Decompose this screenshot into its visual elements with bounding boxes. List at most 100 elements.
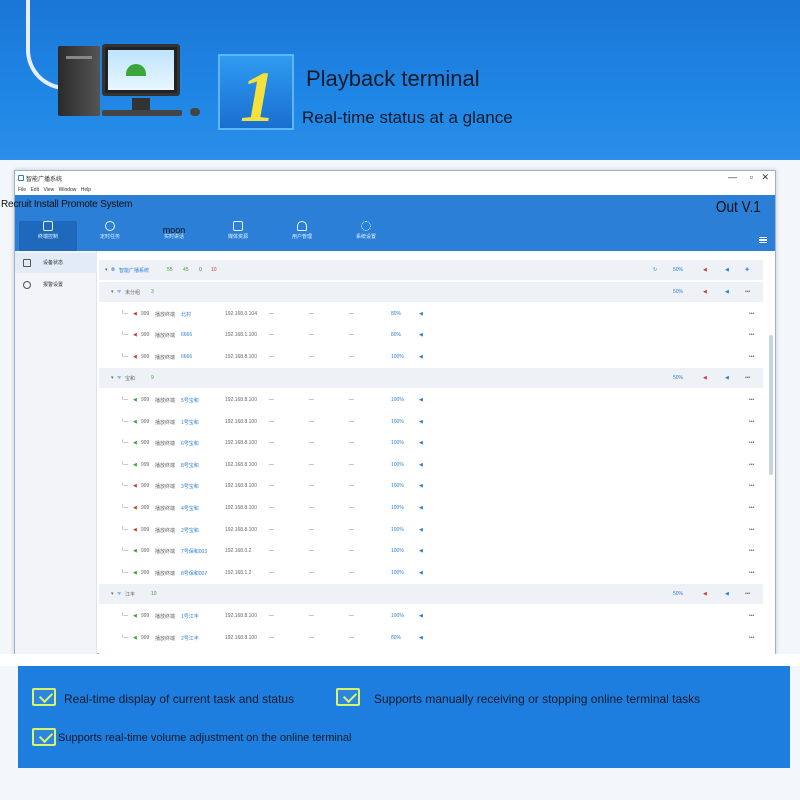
- speaker-icon[interactable]: ◀: [725, 591, 729, 597]
- more-button[interactable]: •••: [749, 397, 754, 403]
- speaker-icon[interactable]: ◀: [725, 267, 729, 273]
- add-user-icon[interactable]: ✚: [745, 267, 749, 273]
- more-button[interactable]: •••: [749, 483, 754, 489]
- more-button[interactable]: •••: [745, 375, 750, 381]
- more-button[interactable]: •••: [749, 354, 754, 360]
- tab-live-speech[interactable]: moon 实时讲话: [145, 221, 203, 240]
- speaker-icon[interactable]: ◀: [725, 375, 729, 381]
- terminal-row[interactable]: └─ ◀ 999 播放终端 5号宝和 192.168.8.100 — — — 100% ◀ •••: [99, 390, 763, 410]
- terminal-volume[interactable]: 80%: [391, 311, 401, 317]
- group-row[interactable]: ▾ ᯤ 未分组 3 50% ◀ ◀ •••: [99, 282, 763, 302]
- speaker-icon[interactable]: ◀: [419, 635, 423, 641]
- maximize-button[interactable]: ▫: [750, 172, 753, 182]
- group-volume[interactable]: 50%: [673, 267, 683, 273]
- more-button[interactable]: •••: [749, 440, 754, 446]
- speaker-icon[interactable]: ◀: [419, 505, 423, 511]
- root-group-row[interactable]: ▾ ⦾ 智能广播系统 55 45 0 10 ↻ 50% ◀ ◀ ✚: [99, 260, 763, 280]
- refresh-icon[interactable]: ↻: [653, 267, 657, 273]
- speaker-icon[interactable]: ◀: [419, 462, 423, 468]
- chevron-down-icon[interactable]: ▾: [111, 591, 114, 597]
- speaker-icon[interactable]: ◀: [419, 397, 423, 403]
- more-button[interactable]: •••: [749, 419, 754, 425]
- group-volume[interactable]: 50%: [673, 591, 683, 597]
- terminal-volume[interactable]: 100%: [391, 354, 404, 360]
- mute-icon[interactable]: ◀: [703, 289, 707, 295]
- tab-system-settings[interactable]: 系统设置: [337, 221, 395, 240]
- more-button[interactable]: •••: [749, 613, 754, 619]
- terminal-volume[interactable]: 100%: [391, 419, 404, 425]
- tab-media-resources[interactable]: 媒体资源: [209, 221, 267, 240]
- group-row[interactable]: ▾ ᯤ 宝和 9 50% ◀ ◀ •••: [99, 368, 763, 389]
- speaker-icon[interactable]: ◀: [419, 483, 423, 489]
- menu-window[interactable]: Window: [59, 187, 77, 193]
- speaker-icon[interactable]: ◀: [419, 311, 423, 317]
- terminal-volume[interactable]: 100%: [391, 440, 404, 446]
- sidebar-item-alarm-settings[interactable]: 报警设置: [15, 275, 97, 295]
- more-button[interactable]: •••: [749, 570, 754, 576]
- page: 1 Playback terminal Real-time status at …: [0, 0, 800, 800]
- speaker-icon[interactable]: ◀: [419, 354, 423, 360]
- mute-icon[interactable]: ◀: [703, 591, 707, 597]
- terminal-row[interactable]: └─ ◀ 999 播放终端 6666 192.168.8.100 — — — 100% ◀ •••: [99, 347, 763, 367]
- terminal-volume[interactable]: 100%: [391, 483, 404, 489]
- more-button[interactable]: •••: [749, 548, 754, 554]
- terminal-volume[interactable]: 100%: [391, 570, 404, 576]
- terminal-volume[interactable]: 100%: [391, 613, 404, 619]
- group-row[interactable]: ▾ ᯤ 江丰 10 50% ◀ ◀ •••: [99, 584, 763, 605]
- terminal-row[interactable]: └─ ◀ 999 播放终端 3号宝和 192.168.8.100 — — — 100% ◀ •••: [99, 476, 763, 496]
- tab-terminal-control[interactable]: 终端控制: [19, 221, 77, 251]
- tab-scheduled-tasks[interactable]: 定时任务: [81, 221, 139, 240]
- chevron-down-icon[interactable]: ▾: [111, 289, 114, 295]
- terminal-row[interactable]: └─ ◀ 999 播放终端 6666 192.168.1.100 — — — 80% ◀ •••: [99, 325, 763, 345]
- speaker-icon[interactable]: ◀: [419, 613, 423, 619]
- terminal-row[interactable]: └─ ◀ 999 播放终端 8号宝和 192.168.8.100 — — — 100% ◀ •••: [99, 455, 763, 475]
- speaker-icon[interactable]: ◀: [419, 570, 423, 576]
- close-button[interactable]: ✕: [761, 172, 769, 183]
- mute-icon[interactable]: ◀: [703, 375, 707, 381]
- speaker-icon[interactable]: ◀: [419, 419, 423, 425]
- menu-edit[interactable]: Edit: [30, 187, 39, 193]
- menu-view[interactable]: View: [43, 187, 54, 193]
- terminal-row[interactable]: └─ ◀ 999 播放终端 6号宝和 192.168.8.100 — — — 100% ◀ •••: [99, 433, 763, 453]
- group-volume[interactable]: 50%: [673, 375, 683, 381]
- hamburger-menu-icon[interactable]: [759, 237, 767, 243]
- more-button[interactable]: •••: [749, 462, 754, 468]
- more-button[interactable]: •••: [749, 311, 754, 317]
- terminal-row[interactable]: └─ ◀ 999 播放终端 1号江丰 192.168.8.100 — — — 100% ◀ •••: [99, 606, 763, 626]
- scrollbar[interactable]: [769, 335, 773, 475]
- more-button[interactable]: •••: [745, 289, 750, 295]
- terminal-row[interactable]: └─ ◀ 999 播放终端 4号宝和 192.168.8.100 — — — 100% ◀ •••: [99, 498, 763, 518]
- menu-file[interactable]: File: [18, 187, 26, 193]
- terminal-volume[interactable]: 100%: [391, 527, 404, 533]
- terminal-volume[interactable]: 80%: [391, 332, 401, 338]
- tab-user-management[interactable]: 用户管理: [273, 221, 331, 240]
- terminal-row[interactable]: └─ ◀ 999 播放终端 7号保和003 192.168.0.2 — — — 100% ◀ •••: [99, 541, 763, 561]
- menu-help[interactable]: Help: [81, 187, 91, 193]
- terminal-volume[interactable]: 100%: [391, 462, 404, 468]
- terminal-row[interactable]: └─ ◀ 999 播放终端 2号宝和 192.168.8.100 — — — 100% ◀ •••: [99, 520, 763, 540]
- more-button[interactable]: •••: [749, 527, 754, 533]
- more-button[interactable]: •••: [749, 332, 754, 338]
- mute-icon[interactable]: ◀: [703, 267, 707, 273]
- terminal-row[interactable]: └─ ◀ 999 播放终端 北村 192.168.0.104 — — — 80% ◀ •••: [99, 304, 763, 324]
- chevron-down-icon[interactable]: ▾: [105, 267, 108, 273]
- terminal-row[interactable]: └─ ◀ 999 播放终端 8号保和007 192.168.1.2 — — — 100% ◀ •••: [99, 563, 763, 583]
- terminal-volume[interactable]: 100%: [391, 397, 404, 403]
- speaker-icon[interactable]: ◀: [419, 527, 423, 533]
- chevron-down-icon[interactable]: ▾: [111, 375, 114, 381]
- group-volume[interactable]: 50%: [673, 289, 683, 295]
- more-button[interactable]: •••: [749, 635, 754, 641]
- speaker-icon[interactable]: ◀: [419, 440, 423, 446]
- speaker-icon[interactable]: ◀: [725, 289, 729, 295]
- terminal-volume[interactable]: 100%: [391, 548, 404, 554]
- more-button[interactable]: •••: [745, 591, 750, 597]
- more-button[interactable]: •••: [749, 505, 754, 511]
- terminal-row[interactable]: └─ ◀ 999 播放终端 1号宝和 192.168.8.100 — — — 100% ◀ •••: [99, 412, 763, 432]
- speaker-icon[interactable]: ◀: [419, 548, 423, 554]
- sidebar-item-device-status[interactable]: 设备状态: [15, 253, 97, 273]
- terminal-row[interactable]: └─ ◀ 999 播放终端 2号江丰 192.168.8.100 — — — 80% ◀ •••: [99, 628, 763, 648]
- speaker-icon[interactable]: ◀: [419, 332, 423, 338]
- terminal-volume[interactable]: 80%: [391, 635, 401, 641]
- minimize-button[interactable]: —: [728, 172, 737, 182]
- terminal-volume[interactable]: 100%: [391, 505, 404, 511]
